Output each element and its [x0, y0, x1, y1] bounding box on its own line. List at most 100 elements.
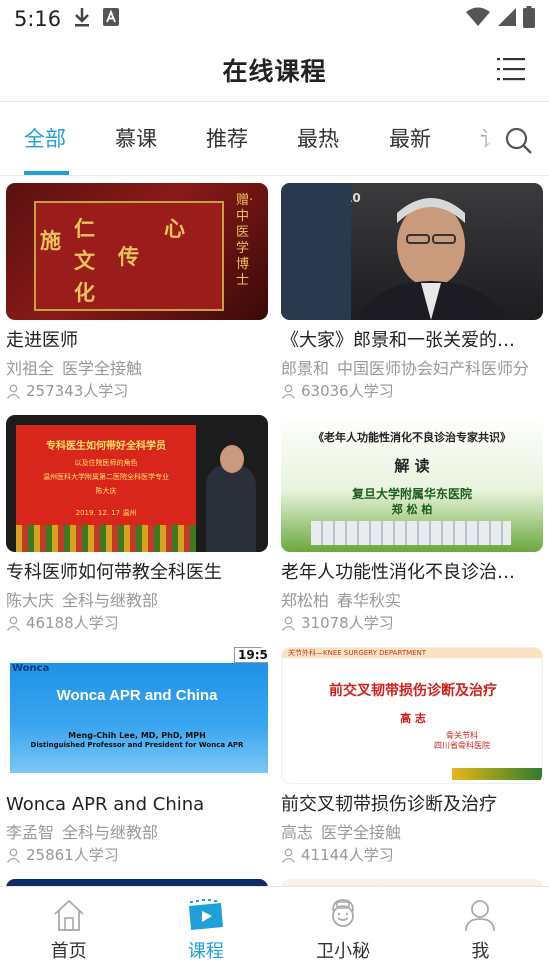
- category-tabs: 全部 慕课 推荐 最热 最新 讠: [0, 103, 549, 176]
- app-notification-icon: [103, 7, 120, 31]
- person-icon: [281, 616, 296, 631]
- slide-text: 关节外科—KNEE SURGERY DEPARTMENT: [282, 648, 542, 658]
- nav-label: 我: [471, 941, 490, 962]
- speaker-figure: [206, 465, 256, 552]
- course-card[interactable]: CCTV10 《大家》郎景和一张关爱的… 郎景和中国医师协会妇产科医师分 630…: [281, 183, 543, 401]
- learner-count: 257343人学习: [26, 382, 129, 400]
- bottom-navigation: 首页 课程 卫小秘 我: [0, 886, 549, 977]
- course-icon: [188, 899, 223, 930]
- learner-count: 46188人学习: [26, 614, 119, 632]
- learner-count: 41144人学习: [301, 846, 394, 864]
- duration-badge: 19:53: [234, 647, 268, 663]
- course-title: 走进医师: [6, 330, 78, 351]
- slide-text: Meng-Chih Lee, MD, PhD, MPH: [68, 731, 206, 740]
- person-icon: [6, 616, 21, 631]
- slide-text: Distinguished Professor and President fo…: [30, 741, 244, 749]
- course-author: 郑松柏: [281, 591, 330, 610]
- course-card[interactable]: 仁 文 化 施 心 传 赠·中医学博士 走进医师 刘祖全 医学全接触 257343…: [6, 183, 268, 401]
- slide-text: 《老年人功能性消化不良诊治专家共识》: [313, 431, 511, 444]
- course-thumbnail: 19:53 Wonca Wonca APR and China Meng-Chi…: [6, 647, 268, 784]
- tab-recommended[interactable]: 推荐: [206, 123, 248, 153]
- nav-label: 课程: [187, 941, 224, 962]
- wonca-logo: Wonca: [12, 663, 50, 674]
- course-author: 郎景和: [281, 359, 330, 378]
- tab-mooc[interactable]: 慕课: [115, 123, 157, 153]
- thumb-text: 文: [74, 248, 95, 273]
- slide-text: 以及住院医师的角色: [74, 459, 138, 467]
- course-title: 《大家》郎景和一张关爱的…: [281, 330, 515, 351]
- tab-all[interactable]: 全部: [24, 123, 66, 153]
- page-title: 在线课程: [222, 56, 327, 86]
- course-learners: 31078人学习: [281, 613, 543, 633]
- slide-text: 陈大庆: [95, 487, 117, 495]
- status-time: 5:16: [14, 7, 62, 31]
- thumb-text: 心: [164, 216, 185, 241]
- top-app-bar: 在线课程: [0, 38, 549, 102]
- course-department: 春华秋实: [337, 591, 402, 610]
- course-department: 中国医师协会妇产科医师分: [337, 359, 530, 378]
- course-card[interactable]: 《老年人功能性消化不良诊治专家共识》 解 读 复旦大学附属华东医院 郑 松 柏 …: [281, 415, 543, 633]
- learner-count: 31078人学习: [301, 614, 394, 632]
- thumb-text: 传: [118, 244, 139, 269]
- nav-home[interactable]: 首页: [0, 887, 137, 977]
- slide-text: 专科医生如何带好全科学员: [46, 441, 166, 452]
- menu-icon: [497, 58, 525, 81]
- search-button[interactable]: [504, 126, 534, 156]
- hospital-logo: [452, 768, 542, 780]
- tab-hottest[interactable]: 最热: [297, 123, 339, 153]
- course-meta: 郑松柏 春华秋实: [281, 591, 543, 611]
- thumb-text: 仁: [74, 216, 95, 241]
- course-thumbnail: 关节外科—KNEE SURGERY DEPARTMENT 前交叉韧带损伤诊断及治…: [281, 647, 543, 784]
- slide-text: 解 读: [394, 457, 430, 475]
- course-department: 全科与继教部: [62, 823, 159, 842]
- thumb-text: 施: [40, 228, 61, 253]
- active-tab-indicator: [24, 171, 69, 175]
- nav-label: 首页: [50, 941, 87, 962]
- course-learners: 25861人学习: [6, 845, 268, 865]
- slide-text: 2019. 12. 17 温州: [75, 509, 137, 517]
- course-thumbnail: CCTV10: [281, 183, 543, 320]
- menu-button[interactable]: [497, 56, 525, 82]
- person-icon: [281, 384, 296, 399]
- slide-text: Wonca APR and China: [56, 687, 218, 704]
- nurse-icon: [332, 899, 355, 927]
- nav-label: 卫小秘: [316, 941, 371, 962]
- profile-icon: [465, 900, 496, 932]
- building-image: [311, 521, 511, 545]
- course-author: 高志: [281, 823, 314, 842]
- course-learners: 46188人学习: [6, 613, 268, 633]
- slide-text: 温州医科大学附属第二医院全科医学专业: [43, 473, 169, 481]
- lecture-slide: 专科医生如何带好全科学员 以及住院医师的角色 温州医科大学附属第二医院全科医学专…: [16, 425, 196, 525]
- wifi-icon: [465, 7, 491, 32]
- course-title: 老年人功能性消化不良诊治…: [281, 562, 515, 583]
- slide-text: 郑 松 柏: [391, 503, 433, 516]
- tab-newest[interactable]: 最新: [389, 123, 431, 153]
- person-icon: [6, 848, 21, 863]
- nav-courses[interactable]: 课程: [137, 887, 274, 977]
- course-meta: 刘祖全 医学全接触: [6, 359, 268, 379]
- learner-count: 25861人学习: [26, 846, 119, 864]
- slide-text: 高 志: [400, 712, 426, 725]
- course-meta: 陈大庆 全科与继教部: [6, 591, 268, 611]
- course-author: 李孟智: [6, 823, 55, 842]
- course-thumbnail: 专科医生如何带好全科学员 以及住院医师的角色 温州医科大学附属第二医院全科医学专…: [6, 415, 268, 552]
- search-icon: [505, 127, 532, 154]
- course-title: Wonca APR and China: [6, 794, 205, 815]
- course-department: 医学全接触: [321, 823, 402, 842]
- course-card[interactable]: 专科医生如何带好全科学员 以及住院医师的角色 温州医科大学附属第二医院全科医学专…: [6, 415, 268, 633]
- person-icon: [6, 384, 21, 399]
- course-card[interactable]: 19:53 Wonca Wonca APR and China Meng-Chi…: [6, 647, 268, 865]
- nav-assistant[interactable]: 卫小秘: [275, 887, 412, 977]
- person-icon: [281, 848, 296, 863]
- speaker-image: [281, 183, 503, 320]
- course-department: 全科与继教部: [62, 591, 159, 610]
- course-author: 刘祖全: [6, 359, 55, 378]
- course-meta: 李孟智 全科与继教部: [6, 823, 268, 843]
- course-learners: 257343人学习: [6, 381, 268, 401]
- course-learners: 41144人学习: [281, 845, 543, 865]
- signal-icon: [497, 7, 517, 32]
- status-bar: 5:16: [0, 0, 549, 38]
- course-learners: 63036人学习: [281, 381, 543, 401]
- course-card[interactable]: 关节外科—KNEE SURGERY DEPARTMENT 前交叉韧带损伤诊断及治…: [281, 647, 543, 865]
- nav-profile[interactable]: 我: [412, 887, 549, 977]
